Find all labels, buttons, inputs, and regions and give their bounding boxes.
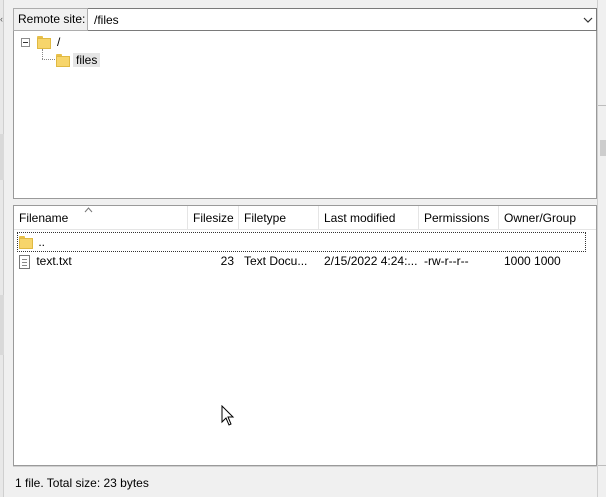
tree-item-files-label: files bbox=[73, 53, 101, 67]
file-row-parent-directory[interactable]: .. bbox=[17, 232, 586, 252]
left-pane-arrow-icon: ‹ bbox=[0, 14, 3, 24]
adjacent-pane-left: ‹ bbox=[0, 0, 10, 497]
folder-icon bbox=[19, 236, 33, 250]
remote-site-path-combobox[interactable]: /files bbox=[88, 8, 597, 31]
column-header-owner-group[interactable]: Owner/Group bbox=[499, 206, 596, 230]
right-pane-divider bbox=[598, 105, 606, 106]
file-row-name-cell: text.txt bbox=[14, 251, 188, 271]
file-row[interactable]: text.txt 23 Text Docu... 2/15/2022 4:24:… bbox=[14, 251, 596, 271]
remote-site-path-value[interactable]: /files bbox=[94, 13, 580, 27]
column-header-permissions[interactable]: Permissions bbox=[419, 206, 499, 230]
folder-icon bbox=[37, 35, 51, 49]
column-header-last-modified[interactable]: Last modified bbox=[319, 206, 419, 230]
mouse-cursor-icon bbox=[221, 404, 235, 427]
file-size: 23 bbox=[220, 254, 234, 268]
chevron-down-icon[interactable] bbox=[580, 9, 596, 30]
remote-site-bar: Remote site: /files bbox=[13, 8, 597, 31]
left-pane-scroll-thumb[interactable] bbox=[0, 134, 4, 180]
left-pane-edge bbox=[0, 0, 4, 497]
sort-ascending-icon bbox=[84, 206, 93, 214]
column-header-filesize[interactable]: Filesize bbox=[188, 206, 239, 230]
file-name: text.txt bbox=[36, 254, 72, 268]
file-list-header: Filename Filesize Filetype Last modified… bbox=[14, 206, 596, 230]
file-name: .. bbox=[38, 235, 46, 249]
remote-site-label: Remote site: bbox=[13, 8, 88, 31]
file-type: Text Docu... bbox=[244, 254, 308, 268]
tree-item-root-label: / bbox=[57, 35, 61, 49]
file-permissions: -rw-r--r-- bbox=[424, 254, 469, 268]
column-header-filename[interactable]: Filename bbox=[14, 206, 188, 230]
status-bar: 1 file. Total size: 23 bytes bbox=[13, 466, 597, 497]
file-row-name-cell: .. bbox=[17, 232, 187, 252]
tree-connector-line-horizontal bbox=[42, 59, 55, 60]
file-last-modified: 2/15/2022 4:24:... bbox=[324, 254, 418, 268]
left-pane-scroll-thumb-lower[interactable] bbox=[0, 295, 4, 355]
tree-item-root[interactable]: / bbox=[37, 33, 60, 51]
file-owner-group: 1000 1000 bbox=[504, 254, 561, 268]
document-icon bbox=[19, 254, 30, 269]
adjacent-pane-right bbox=[597, 0, 606, 497]
folder-icon bbox=[56, 53, 70, 67]
right-pane-divider-lower bbox=[598, 465, 606, 466]
collapse-icon[interactable] bbox=[21, 38, 30, 47]
status-text: 1 file. Total size: 23 bytes bbox=[15, 476, 149, 490]
column-header-filetype[interactable]: Filetype bbox=[239, 206, 319, 230]
right-pane-scroll-thumb[interactable] bbox=[600, 140, 606, 156]
remote-directory-tree[interactable]: / files bbox=[13, 31, 597, 199]
remote-file-list[interactable]: Filename Filesize Filetype Last modified… bbox=[13, 205, 597, 466]
tree-item-files[interactable]: files bbox=[56, 51, 101, 69]
